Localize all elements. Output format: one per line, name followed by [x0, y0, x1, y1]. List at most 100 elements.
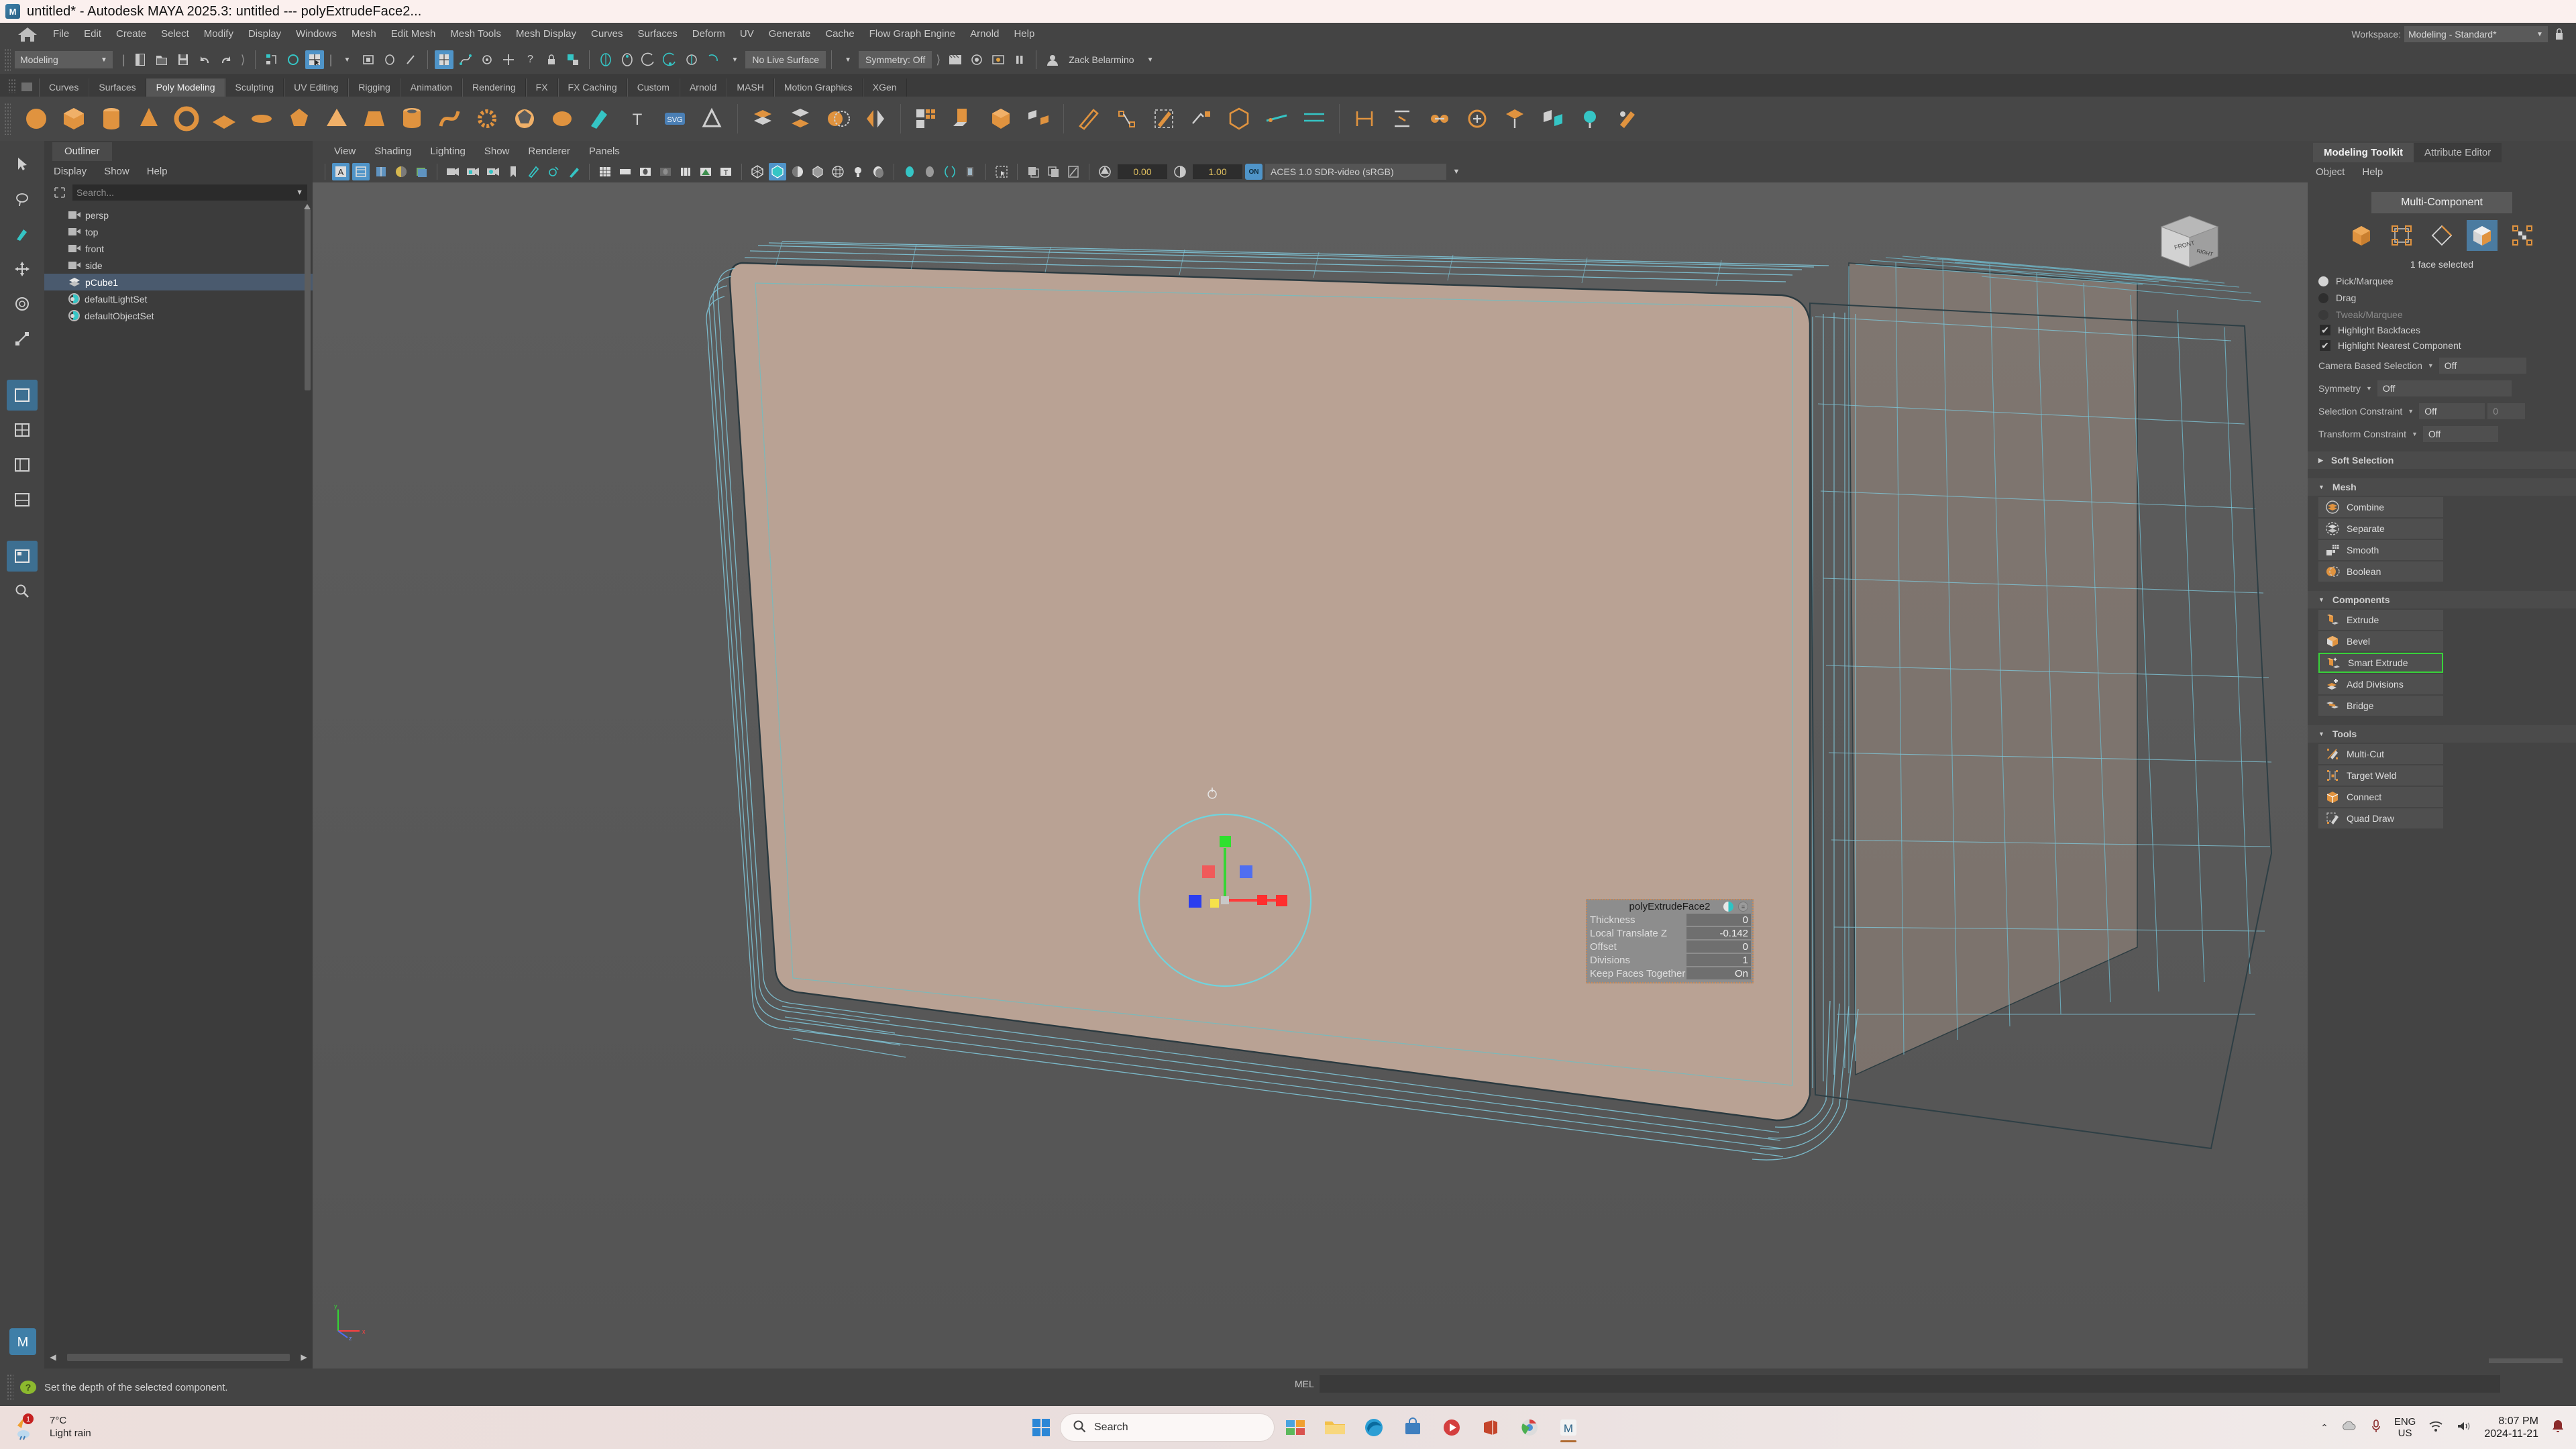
- scroll-right-arrow[interactable]: ▶: [299, 1352, 309, 1362]
- poly-disc-icon[interactable]: [246, 103, 277, 134]
- texture-display-icon[interactable]: [829, 163, 847, 180]
- right-panel-hscrollbar[interactable]: [2489, 1358, 2563, 1363]
- chevron-down-icon[interactable]: ▼: [296, 189, 303, 197]
- scale-tool-icon[interactable]: [7, 323, 38, 354]
- smooth-icon[interactable]: [910, 103, 941, 134]
- widgets-icon[interactable]: [1279, 1412, 1313, 1443]
- button-combine[interactable]: Combine: [2318, 497, 2443, 517]
- workspace-selector[interactable]: Workspace: Modeling - Standard* ▼: [2351, 23, 2567, 46]
- menu-item-edit-mesh[interactable]: Edit Mesh: [384, 23, 443, 46]
- render-current-frame-icon[interactable]: [596, 50, 615, 69]
- shelf-grip[interactable]: [8, 78, 16, 93]
- connect-icon[interactable]: [1349, 103, 1380, 134]
- microphone-icon[interactable]: [2370, 1419, 2382, 1437]
- chevron-down-icon[interactable]: ▼: [95, 51, 113, 68]
- menu-set-selector[interactable]: Modeling: [15, 51, 95, 68]
- button-add-divisions[interactable]: Add Divisions: [2318, 674, 2443, 694]
- edge-icon[interactable]: [1356, 1412, 1391, 1443]
- vertex-mode-icon[interactable]: [2386, 220, 2417, 251]
- poly-pyramid-icon[interactable]: [321, 103, 352, 134]
- menu-item-file[interactable]: File: [46, 23, 76, 46]
- toolkit-menu-help[interactable]: Help: [2362, 166, 2383, 178]
- maya-taskbar-icon[interactable]: M: [1551, 1412, 1586, 1443]
- filter-icon[interactable]: [52, 185, 67, 200]
- shelf-tab-rendering[interactable]: Rendering: [462, 78, 526, 97]
- xray-joints-icon[interactable]: [1044, 163, 1062, 180]
- view-cube[interactable]: FRONT RIGHT: [2148, 208, 2229, 275]
- separate-icon[interactable]: [785, 103, 816, 134]
- outliner-item-defaultlightset[interactable]: defaultLightSet: [44, 290, 313, 307]
- type-icon[interactable]: [697, 103, 728, 134]
- shelf-tab-curves[interactable]: Curves: [39, 78, 89, 97]
- text-overlay-icon[interactable]: T: [717, 163, 735, 180]
- help-icon[interactable]: ?: [20, 1381, 36, 1394]
- poly-helix-icon[interactable]: [434, 103, 465, 134]
- lasso-icon[interactable]: [380, 50, 399, 69]
- button-extrude[interactable]: Extrude: [2318, 610, 2443, 630]
- home-icon[interactable]: [16, 25, 39, 43]
- use-all-lights-icon[interactable]: [849, 163, 867, 180]
- outliner-item-pcube1[interactable]: pCube1: [44, 274, 313, 290]
- toolbar-grip[interactable]: [4, 48, 11, 71]
- viewport-menu-show[interactable]: Show: [475, 146, 519, 157]
- snap-curve-icon[interactable]: [456, 50, 475, 69]
- channel-value[interactable]: -0.142: [1686, 927, 1751, 939]
- color-management-toggle[interactable]: ON: [1245, 164, 1263, 180]
- snap-projected-icon[interactable]: [499, 50, 518, 69]
- chevron-up-icon[interactable]: ⌃: [2320, 1422, 2328, 1434]
- shelf-menu-icon[interactable]: [21, 83, 32, 91]
- channel-value[interactable]: 0: [1686, 941, 1751, 953]
- chevron-down-icon[interactable]: ▼: [2428, 362, 2434, 369]
- button-smart-extrude[interactable]: Smart Extrude: [2318, 653, 2443, 673]
- tab-outliner[interactable]: Outliner: [52, 142, 112, 161]
- live-surface-field[interactable]: No Live Surface: [745, 51, 826, 68]
- menu-item-uv[interactable]: UV: [733, 23, 761, 46]
- gamma-value[interactable]: 1.00: [1193, 164, 1242, 179]
- multi-component-button[interactable]: Multi-Component: [2371, 192, 2512, 213]
- select-by-type-icon[interactable]: [564, 50, 582, 69]
- viewport-menu-shading[interactable]: Shading: [365, 146, 421, 157]
- paint-select-tool-icon[interactable]: [7, 219, 38, 250]
- new-scene-icon[interactable]: [131, 50, 150, 69]
- search-input[interactable]: Search... ▼: [72, 184, 307, 201]
- viewport-menu-view[interactable]: View: [325, 146, 365, 157]
- section-header-mesh[interactable]: ▼ Mesh: [2308, 478, 2576, 496]
- channel-row[interactable]: Thickness 0: [1587, 913, 1752, 926]
- face-mode-icon[interactable]: [2467, 220, 2498, 251]
- outliner-item-defaultobjectset[interactable]: defaultObjectSet: [44, 307, 313, 324]
- checkbox-highlight-backfaces[interactable]: ✔ Highlight Backfaces: [2308, 325, 2576, 335]
- menu-item-mesh-display[interactable]: Mesh Display: [508, 23, 584, 46]
- camera-icon[interactable]: [444, 163, 462, 180]
- render-settings-icon[interactable]: [639, 50, 658, 69]
- shelf-tab-fx[interactable]: FX: [525, 78, 558, 97]
- shelf-tab-sculpting[interactable]: Sculpting: [225, 78, 284, 97]
- chevron-down-icon[interactable]: ▼: [839, 50, 857, 69]
- poly-platonic-icon[interactable]: [284, 103, 315, 134]
- wireframe-on-shaded-icon[interactable]: [809, 163, 826, 180]
- option-symmetry[interactable]: Symmetry ▼ Off: [2308, 380, 2576, 396]
- menu-item-mesh[interactable]: Mesh: [344, 23, 384, 46]
- button-bridge[interactable]: Bridge: [2318, 696, 2443, 716]
- paint-reduce-icon[interactable]: [1612, 103, 1643, 134]
- crease-icon[interactable]: [1224, 103, 1254, 134]
- object-mode-icon[interactable]: [2346, 220, 2377, 251]
- colorspace-value[interactable]: ACES 1.0 SDR-video (sRGB): [1265, 164, 1446, 180]
- menu-item-mesh-tools[interactable]: Mesh Tools: [443, 23, 508, 46]
- toolkit-menu-object[interactable]: Object: [2316, 166, 2345, 178]
- chevron-down-icon[interactable]: ▼: [1141, 50, 1160, 69]
- bridge-icon[interactable]: [1023, 103, 1054, 134]
- volume-icon[interactable]: [2456, 1419, 2472, 1436]
- menu-item-flow-graph-engine[interactable]: Flow Graph Engine: [862, 23, 963, 46]
- poly-soccer-ball-icon[interactable]: [509, 103, 540, 134]
- shelf-tab-animation[interactable]: Animation: [400, 78, 463, 97]
- option-value[interactable]: Off: [2422, 426, 2498, 442]
- poly-torus-icon[interactable]: [171, 103, 202, 134]
- motion-blur-icon[interactable]: [921, 163, 938, 180]
- channel-value[interactable]: 0: [1686, 914, 1751, 926]
- shelf-tab-motion-graphics[interactable]: Motion Graphics: [773, 78, 863, 97]
- menu-item-curves[interactable]: Curves: [584, 23, 631, 46]
- outliner-menu-help[interactable]: Help: [147, 166, 168, 177]
- booleans-icon[interactable]: [822, 103, 853, 134]
- outliner-scrollbar[interactable]: [305, 209, 311, 390]
- radio-drag[interactable]: Drag: [2308, 292, 2576, 303]
